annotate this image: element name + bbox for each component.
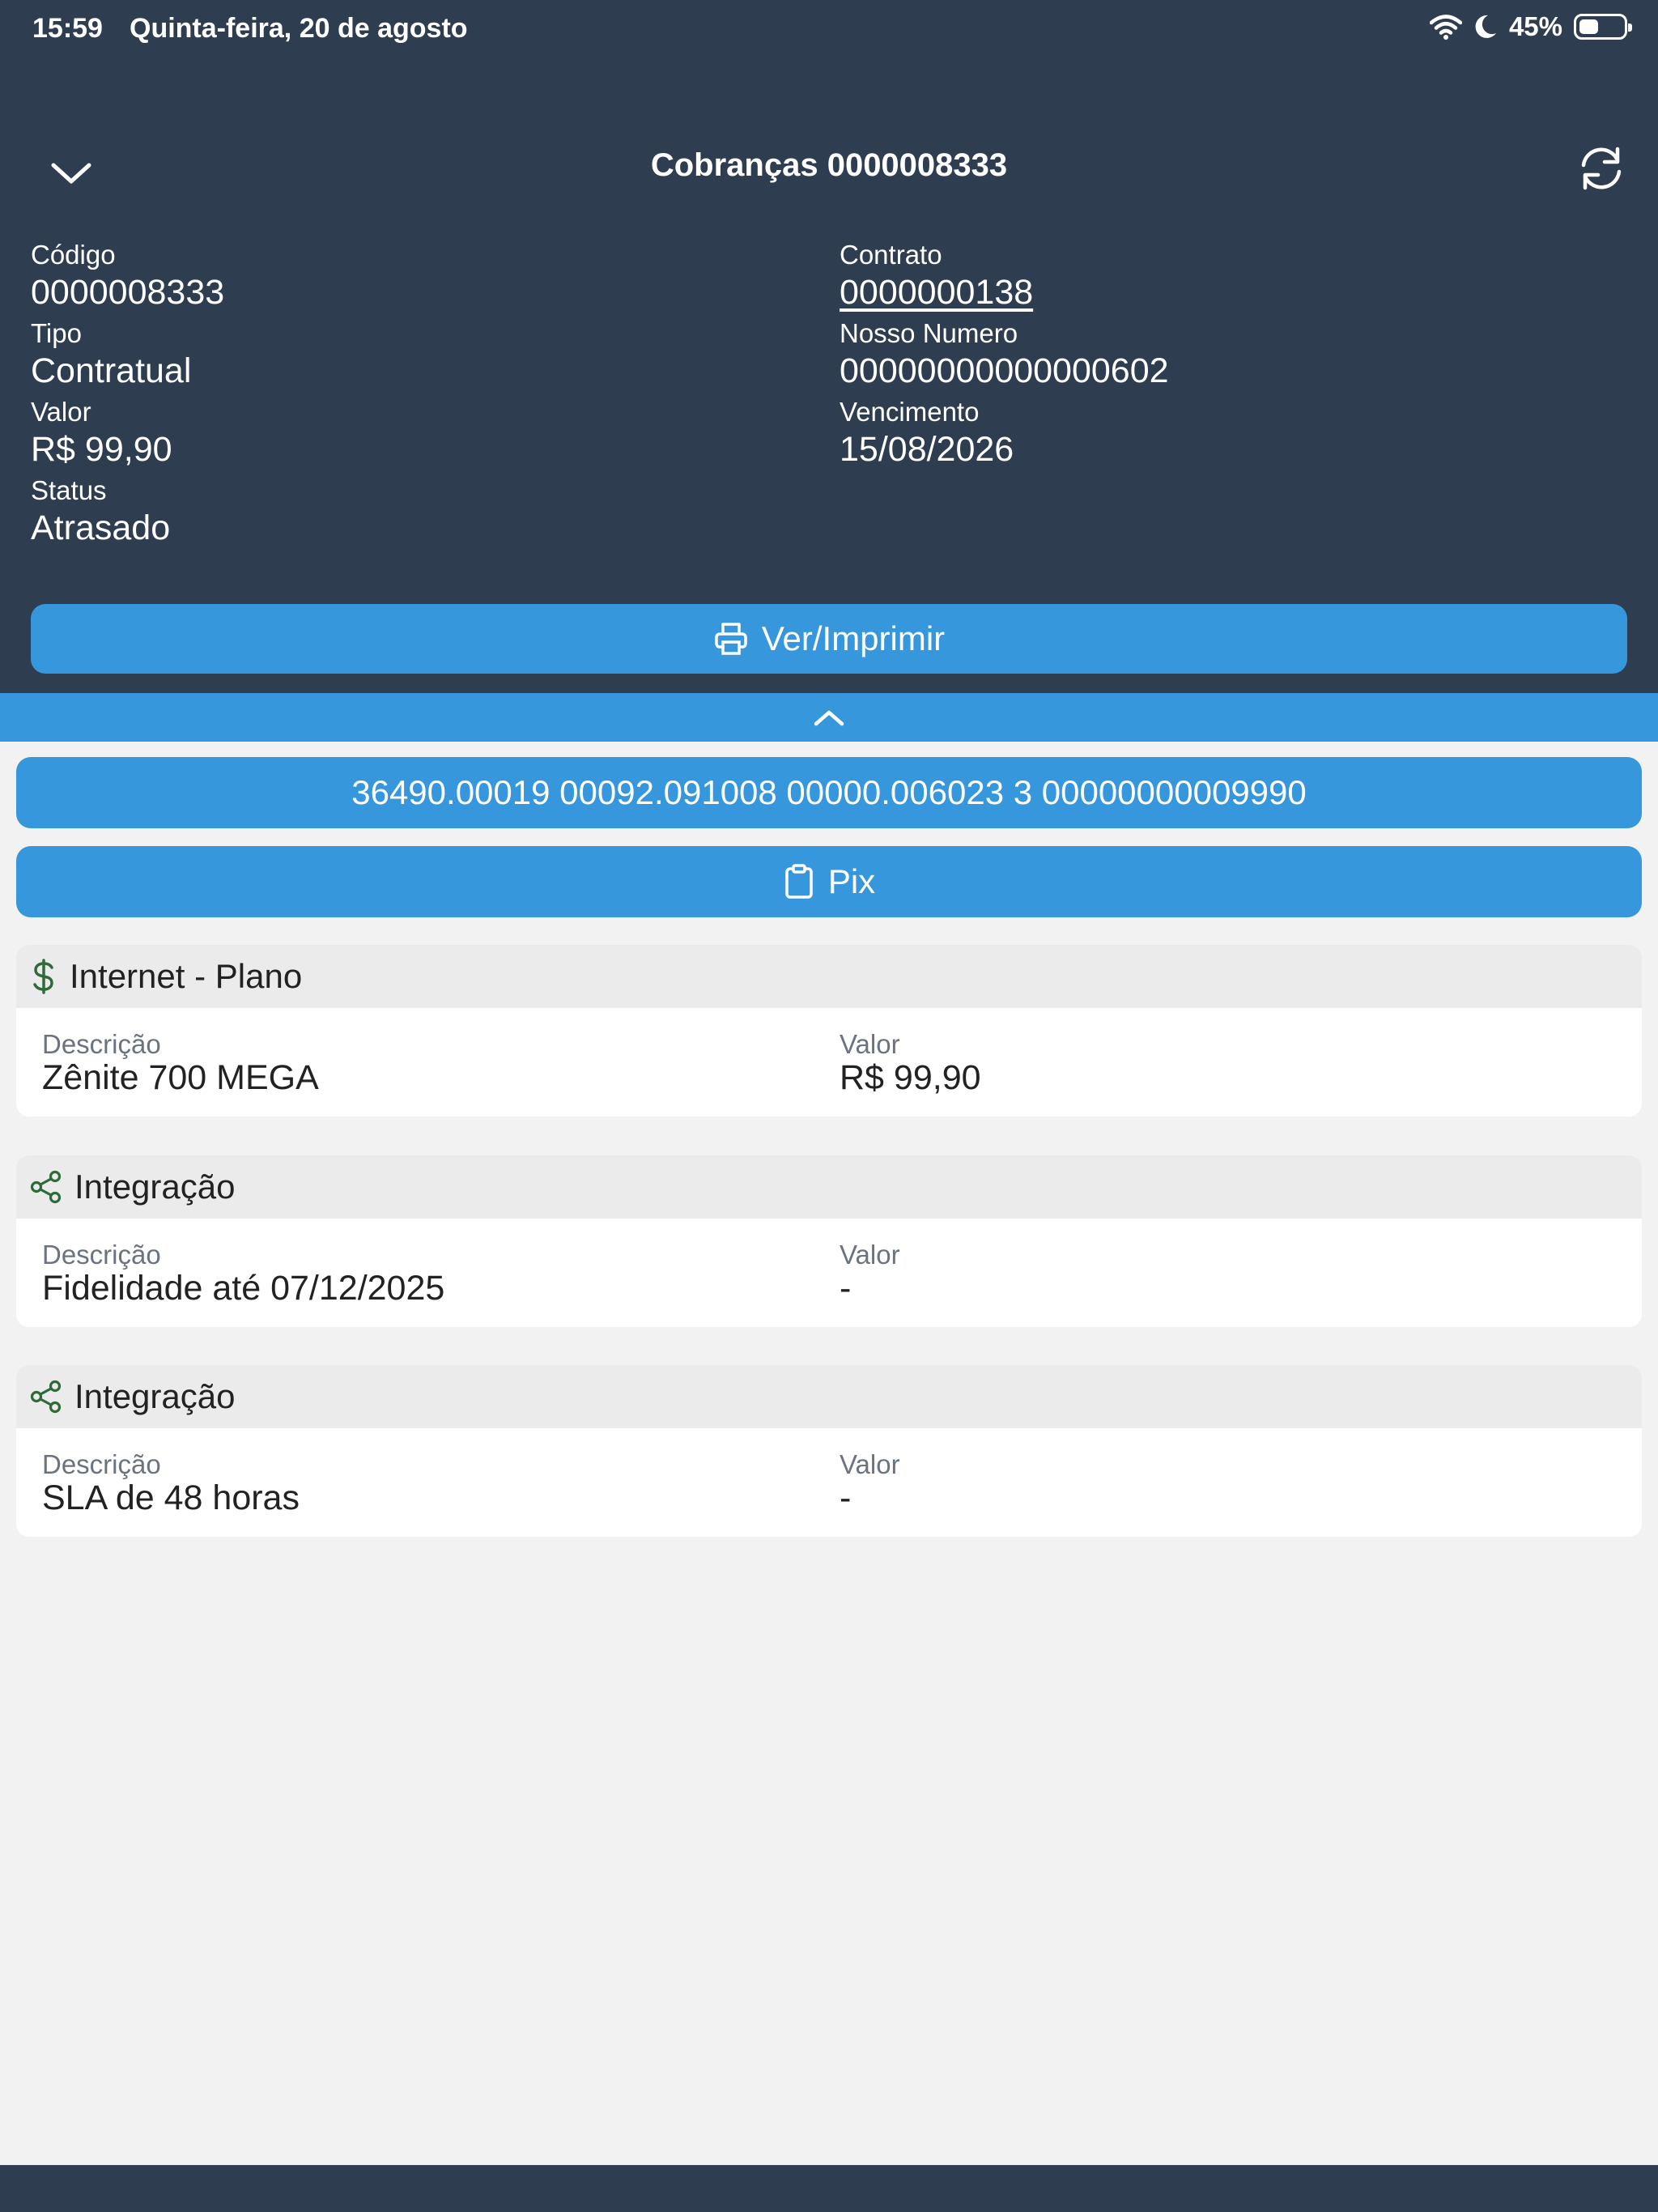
pix-button[interactable]: Pix xyxy=(16,846,1642,917)
valor-label: Valor xyxy=(840,1029,900,1059)
field-nosso-numero: Nosso Numero 00000000000000602 xyxy=(840,317,1169,392)
card-title: Integração xyxy=(74,1377,236,1415)
clipboard-icon xyxy=(785,864,813,899)
nosso-numero-label: Nosso Numero xyxy=(840,318,1018,348)
page-title: Cobranças 0000008333 xyxy=(650,147,1008,183)
card-title: Integração xyxy=(74,1168,236,1206)
valor-value: - xyxy=(840,1478,852,1517)
card-body: Descrição Zênite 700 MEGA Valor R$ 99,90 xyxy=(16,1008,1642,1117)
valor-label: Valor xyxy=(840,1240,900,1270)
dollar-icon xyxy=(33,959,53,994)
card-item: Internet - Plano Descrição Zênite 700 ME… xyxy=(16,945,1642,1117)
descricao-value: Zênite 700 MEGA xyxy=(42,1058,319,1097)
field-contrato: Contrato 0000000138 xyxy=(840,239,1033,313)
status-time: 15:59 xyxy=(32,13,103,44)
valor-value: R$ 99,90 xyxy=(31,430,172,469)
battery-level xyxy=(1579,19,1598,34)
status-value: Atrasado xyxy=(31,508,171,547)
nosso-numero-value: 00000000000000602 xyxy=(840,351,1169,390)
card-body: Descrição SLA de 48 horas Valor - xyxy=(16,1428,1642,1537)
barcode-button[interactable]: 36490.00019 00092.091008 00000.006023 3 … xyxy=(16,757,1642,828)
descricao-label: Descrição xyxy=(42,1240,161,1270)
bottom-bar xyxy=(0,2165,1658,2212)
share-icon xyxy=(30,1170,62,1204)
codigo-label: Código xyxy=(31,240,116,270)
pix-button-label: Pix xyxy=(827,862,876,900)
status-label: Status xyxy=(31,475,107,505)
printer-icon xyxy=(715,623,747,655)
status-date: Quinta-feira, 20 de agosto xyxy=(130,13,468,44)
valor-label: Valor xyxy=(31,397,91,427)
contrato-label: Contrato xyxy=(840,240,942,270)
card-item: Integração Descrição Fidelidade até 07/1… xyxy=(16,1155,1642,1327)
field-tipo: Tipo Contratual xyxy=(31,317,191,392)
field-vencimento: Vencimento 15/08/2026 xyxy=(840,396,1014,470)
field-codigo: Código 0000008333 xyxy=(31,239,224,313)
barcode-line: 36490.00019 00092.091008 00000.006023 3 … xyxy=(351,773,1307,811)
status-indicators: 45% xyxy=(1429,11,1632,42)
card-title: Internet - Plano xyxy=(70,957,303,995)
page: 15:59 Quinta-feira, 20 de agosto 45% Cob… xyxy=(0,0,1658,2212)
valor-value: - xyxy=(840,1269,852,1308)
chevron-up-icon xyxy=(814,710,844,726)
print-button[interactable]: Ver/Imprimir xyxy=(31,604,1627,674)
tipo-label: Tipo xyxy=(31,318,82,348)
card-body: Descrição Fidelidade até 07/12/2025 Valo… xyxy=(16,1219,1642,1327)
battery-icon xyxy=(1574,14,1632,40)
card-header: Internet - Plano xyxy=(16,945,1642,1008)
card-header: Integração xyxy=(16,1365,1642,1428)
valor-value: R$ 99,90 xyxy=(840,1058,981,1097)
print-button-label: Ver/Imprimir xyxy=(761,619,946,657)
status-bar: 15:59 Quinta-feira, 20 de agosto 45% xyxy=(0,0,1658,58)
valor-label: Valor xyxy=(840,1449,900,1479)
card-item: Integração Descrição SLA de 48 horas Val… xyxy=(16,1365,1642,1537)
card-header: Integração xyxy=(16,1155,1642,1219)
wifi-icon xyxy=(1429,15,1462,40)
battery-percent: 45% xyxy=(1508,11,1562,41)
collapse-toggle[interactable] xyxy=(0,693,1658,742)
field-valor: Valor R$ 99,90 xyxy=(31,396,172,470)
vencimento-label: Vencimento xyxy=(840,397,980,427)
codigo-value: 0000008333 xyxy=(31,273,225,312)
field-status: Status Atrasado xyxy=(31,474,170,549)
tipo-value: Contratual xyxy=(31,351,192,390)
vencimento-value: 15/08/2026 xyxy=(840,430,1014,469)
nav-bar: Cobranças 0000008333 xyxy=(0,130,1658,202)
share-icon xyxy=(30,1380,62,1414)
header-panel: 15:59 Quinta-feira, 20 de agosto 45% Cob… xyxy=(0,0,1658,693)
descricao-value: Fidelidade até 07/12/2025 xyxy=(42,1269,445,1308)
descricao-label: Descrição xyxy=(42,1449,161,1479)
contrato-link[interactable]: 0000000138 xyxy=(840,271,1033,313)
moon-icon xyxy=(1475,15,1496,38)
descricao-label: Descrição xyxy=(42,1029,161,1059)
refresh-icon[interactable] xyxy=(1574,141,1629,196)
descricao-value: SLA de 48 horas xyxy=(42,1478,300,1517)
